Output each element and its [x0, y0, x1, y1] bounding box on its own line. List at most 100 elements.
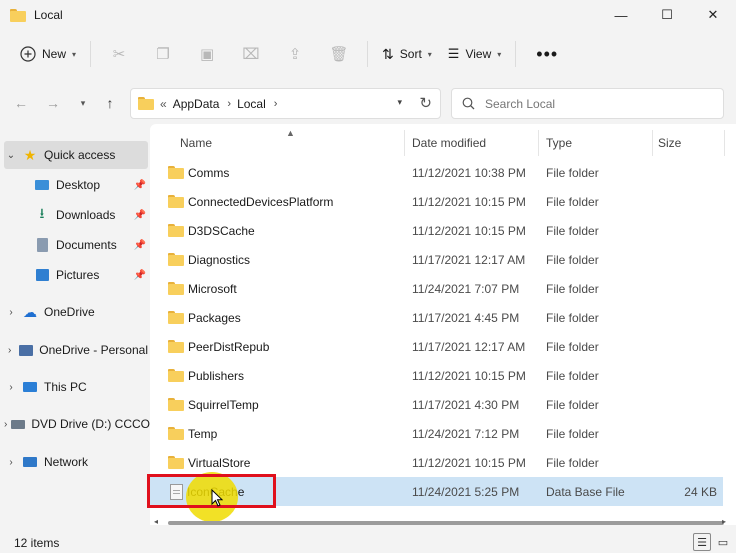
table-row[interactable]: SquirrelTemp 11/17/2021 4:30 PM File folde… [150, 390, 723, 419]
sidebar-item-onedrive[interactable]: › ☁ OneDrive [4, 298, 148, 326]
chevron-right-icon[interactable]: › [4, 382, 18, 393]
scroll-right-icon[interactable]: ▸ [722, 517, 726, 526]
name-cell[interactable]: Publishers [168, 361, 244, 390]
sidebar-item-pictures[interactable]: Pictures 📌 [4, 261, 148, 289]
up-button[interactable]: ↑ [99, 92, 121, 114]
name-cell[interactable]: D3DSCache [168, 216, 255, 245]
table-row[interactable]: D3DSCache 11/12/2021 10:15 PM File folder [150, 216, 723, 245]
sidebar-item-dvd-drive[interactable]: › DVD Drive (D:) CCCOMA_X64FRE_EN-US_DV9 [4, 410, 150, 438]
forward-button[interactable]: → [42, 92, 64, 114]
address-dropdown-icon[interactable]: ▾ [397, 97, 402, 108]
download-arrow-icon: ⭳ [39, 205, 45, 221]
recent-locations-button[interactable]: ▾ [72, 92, 94, 114]
pin-icon[interactable]: 📌 [134, 240, 146, 251]
delete-button[interactable]: 🗑 [317, 38, 361, 70]
status-bar: 12 items [0, 532, 736, 553]
table-row[interactable]: Microsoft 11/24/2021 7:07 PM File folder [150, 274, 723, 303]
type-cell: File folder [546, 426, 599, 441]
maximize-button[interactable]: ☐ [644, 0, 690, 30]
sidebar-item-label: Downloads [56, 208, 116, 222]
sidebar-item-desktop[interactable]: Desktop 📌 [4, 171, 148, 199]
chevron-right-icon[interactable]: › [274, 98, 278, 110]
chevron-right-icon[interactable]: › [4, 419, 7, 430]
pin-icon[interactable]: 📌 [134, 210, 146, 221]
chevron-down-icon[interactable]: ⌄ [4, 150, 18, 161]
column-divider[interactable] [724, 130, 725, 156]
name-cell[interactable]: SquirrelTemp [168, 390, 259, 419]
pin-icon[interactable]: 📌 [134, 270, 146, 281]
address-bar[interactable]: « AppData › Local › ▾ ↻ [130, 88, 441, 119]
pin-icon[interactable]: 📌 [134, 180, 146, 191]
sidebar-item-downloads[interactable]: ⭳ Downloads 📌 [4, 201, 148, 229]
folder-icon [168, 369, 184, 382]
table-row[interactable]: ConnectedDevicesPlatform 11/12/2021 10:15… [150, 187, 723, 216]
share-button[interactable]: ⇪ [273, 38, 317, 70]
close-button[interactable]: ✕ [690, 0, 736, 30]
name-cell[interactable]: Temp [168, 419, 217, 448]
breadcrumb-local[interactable]: Local [237, 97, 266, 111]
column-header-name[interactable]: Name [180, 132, 212, 154]
table-row[interactable]: Comms 11/12/2021 10:38 PM File folder [150, 158, 723, 187]
name-cell[interactable]: Microsoft [168, 274, 237, 303]
refresh-icon[interactable]: ↻ [419, 94, 432, 112]
mouse-pointer-icon [211, 489, 223, 507]
chevron-down-icon: ▾ [72, 49, 77, 59]
size-cell: 24 KB [684, 484, 717, 499]
date-cell: 11/12/2021 10:15 PM [412, 194, 526, 209]
file-list-pane: ▲ Name Date modified Type Size Comms 11/1… [150, 124, 736, 525]
breadcrumb-overflow[interactable]: « [160, 97, 167, 111]
name-cell[interactable]: Comms [168, 158, 229, 187]
table-row[interactable]: Temp 11/24/2021 7:12 PM File folder [150, 419, 723, 448]
file-name: VirtualStore [188, 455, 251, 470]
sidebar-item-documents[interactable]: Documents 📌 [4, 231, 148, 259]
column-divider[interactable] [404, 130, 405, 156]
type-cell: Data Base File [546, 484, 625, 499]
name-cell[interactable]: PeerDistRepub [168, 332, 269, 361]
search-input[interactable]: Search Local [451, 88, 724, 119]
table-row[interactable]: Packages 11/17/2021 4:45 PM File folder [150, 303, 723, 332]
chevron-right-icon[interactable]: › [227, 98, 231, 110]
column-header-type[interactable]: Type [546, 132, 572, 154]
sidebar-item-label: OneDrive [44, 305, 95, 319]
name-cell[interactable]: Diagnostics [168, 245, 250, 274]
tiles-view-button[interactable]: ▭ [714, 533, 732, 551]
more-options-button[interactable]: ••• [522, 38, 572, 70]
sidebar-item-onedrive-personal[interactable]: › OneDrive - Personal [4, 336, 148, 364]
sidebar-item-network[interactable]: › Network [4, 448, 148, 476]
sidebar-item-quick-access[interactable]: ⌄ ★ Quick access [4, 141, 148, 169]
table-row[interactable]: PeerDistRepub 11/17/2021 12:17 AM File fol… [150, 332, 723, 361]
sort-button[interactable]: ⇅ Sort ▾ [374, 38, 440, 70]
table-row[interactable]: VirtualStore 11/12/2021 10:15 PM File fold… [150, 448, 723, 477]
column-header-date[interactable]: Date modified [412, 132, 486, 154]
view-button[interactable]: ☰ View ▾ [440, 38, 509, 70]
toolbar-separator [515, 41, 517, 67]
sidebar-item-this-pc[interactable]: › This PC [4, 373, 148, 401]
column-header-size[interactable]: Size [658, 132, 681, 154]
new-button[interactable]: New ▾ [12, 38, 84, 70]
name-cell[interactable]: Packages [168, 303, 241, 332]
chevron-right-icon[interactable]: › [4, 457, 18, 468]
back-button[interactable]: ← [10, 92, 32, 114]
copy-button[interactable]: ❐ [141, 38, 185, 70]
chevron-right-icon[interactable]: › [4, 345, 15, 356]
file-name: ConnectedDevicesPlatform [188, 194, 334, 209]
table-row[interactable]: Publishers 11/12/2021 10:15 PM File folder [150, 361, 723, 390]
date-cell: 11/17/2021 12:17 AM [412, 339, 526, 354]
column-divider[interactable] [652, 130, 653, 156]
breadcrumb-appdata[interactable]: AppData [173, 97, 220, 111]
type-cell: File folder [546, 397, 599, 412]
cut-button[interactable]: ✂ [97, 38, 141, 70]
new-label: New [42, 47, 67, 61]
table-row[interactable]: Diagnostics 11/17/2021 12:17 AM File folde… [150, 245, 723, 274]
chevron-right-icon[interactable]: › [4, 307, 18, 318]
details-view-button[interactable]: ☰ [693, 533, 711, 551]
sidebar-item-label: Quick access [44, 148, 116, 162]
copy-icon: ❐ [156, 46, 170, 63]
minimize-button[interactable]: — [598, 0, 644, 30]
column-divider[interactable] [538, 130, 539, 156]
scroll-left-icon[interactable]: ◂ [154, 517, 158, 526]
name-cell[interactable]: ConnectedDevicesPlatform [168, 187, 333, 216]
paste-button[interactable]: ▣ [185, 38, 229, 70]
rename-button[interactable]: ⌧ [229, 38, 273, 70]
horizontal-scrollbar[interactable] [168, 521, 724, 525]
